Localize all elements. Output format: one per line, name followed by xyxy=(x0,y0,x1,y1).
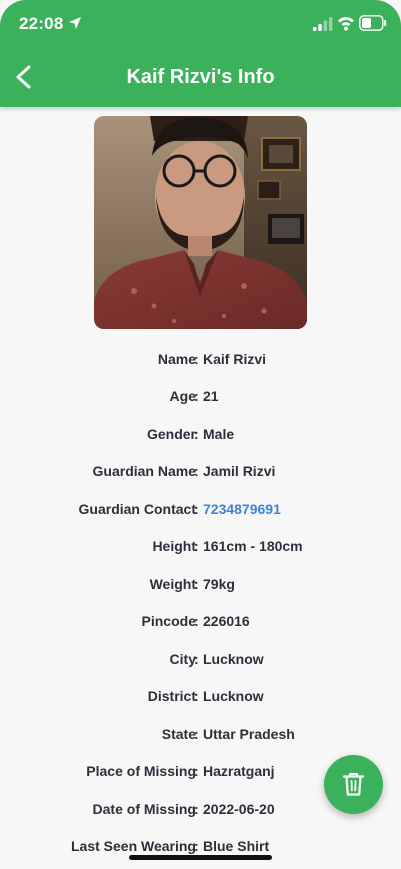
field-label: Age xyxy=(169,388,196,404)
cellular-signal-icon xyxy=(313,17,333,31)
field-label: Date of Missing xyxy=(92,801,196,817)
field-value: 79kg xyxy=(203,576,235,592)
field-separator: : xyxy=(194,838,199,854)
app-bar: 22:08 Kaif Rizvi's Info xyxy=(0,0,401,107)
field-separator: : xyxy=(194,576,199,592)
field-separator: : xyxy=(194,538,199,554)
info-row-pincode: Pincode : 226016 xyxy=(0,613,401,635)
field-separator: : xyxy=(194,388,199,404)
field-separator: : xyxy=(194,726,199,742)
info-row-weight: Weight : 79kg xyxy=(0,576,401,598)
location-arrow-icon xyxy=(69,17,81,29)
info-row-district: District : Lucknow xyxy=(0,688,401,710)
page-title: Kaif Rizvi's Info xyxy=(126,66,275,88)
field-value: Lucknow xyxy=(203,651,264,667)
field-label: Guardian Name xyxy=(92,463,196,479)
info-row-city: City : Lucknow xyxy=(0,651,401,673)
info-row-state: State : Uttar Pradesh xyxy=(0,726,401,748)
field-separator: : xyxy=(194,651,199,667)
field-label: Pincode xyxy=(141,613,196,629)
field-label: Last Seen Wearing xyxy=(70,838,196,854)
field-label: State xyxy=(161,726,196,742)
battery-icon xyxy=(359,15,387,31)
info-row-guardian-contact: Guardian Contact : 7234879691 xyxy=(0,501,401,523)
field-label: Name xyxy=(157,351,196,367)
info-row-name: Name : Kaif Rizvi xyxy=(0,351,401,373)
field-label: Weight xyxy=(149,576,196,592)
info-row-guardian-name: Guardian Name : Jamil Rizvi xyxy=(0,463,401,485)
home-indicator[interactable] xyxy=(129,855,272,860)
field-value: Jamil Rizvi xyxy=(203,463,276,479)
field-separator: : xyxy=(194,613,199,629)
field-value: Male xyxy=(203,426,235,442)
field-value: Kaif Rizvi xyxy=(203,351,267,367)
status-time: 22:08 xyxy=(19,14,64,33)
guardian-contact-phone-link[interactable]: 7234879691 xyxy=(203,501,281,517)
wifi-icon xyxy=(338,17,354,31)
trash-icon xyxy=(342,773,365,796)
field-label: Gender xyxy=(146,426,196,442)
field-separator: : xyxy=(194,501,199,517)
field-label: District xyxy=(147,688,196,704)
field-separator: : xyxy=(194,463,199,479)
field-value: 21 xyxy=(203,388,219,404)
info-row-gender: Gender : Male xyxy=(0,426,401,448)
field-value: 2022-06-20 xyxy=(203,801,275,817)
app-screen: 22:08 Kaif Rizvi's Info Name: Kaif Rizv… xyxy=(0,0,401,869)
info-row-age: Age : 21 xyxy=(0,388,401,410)
field-value: Hazratganj xyxy=(203,763,275,779)
field-separator: : xyxy=(194,801,199,817)
profile-photo xyxy=(94,116,307,329)
field-separator: : xyxy=(194,688,199,704)
field-value: Blue Shirt xyxy=(203,838,270,854)
field-value: 161cm - 180cm xyxy=(203,538,303,554)
field-label: Height xyxy=(152,538,196,554)
field-label: Place of Missing xyxy=(86,763,196,779)
field-label: Guardian Contact xyxy=(78,501,196,517)
info-row-height: Height : 161cm - 180cm xyxy=(0,538,401,560)
field-value: 226016 xyxy=(203,613,250,629)
field-separator: : xyxy=(194,426,199,442)
field-separator: : xyxy=(194,763,199,779)
field-value: Uttar Pradesh xyxy=(203,726,295,742)
field-value: Lucknow xyxy=(203,688,264,704)
field-label: City xyxy=(169,651,196,667)
field-separator: : xyxy=(194,351,199,367)
status-bar: 22:08 xyxy=(0,0,401,48)
delete-button[interactable] xyxy=(324,755,383,814)
